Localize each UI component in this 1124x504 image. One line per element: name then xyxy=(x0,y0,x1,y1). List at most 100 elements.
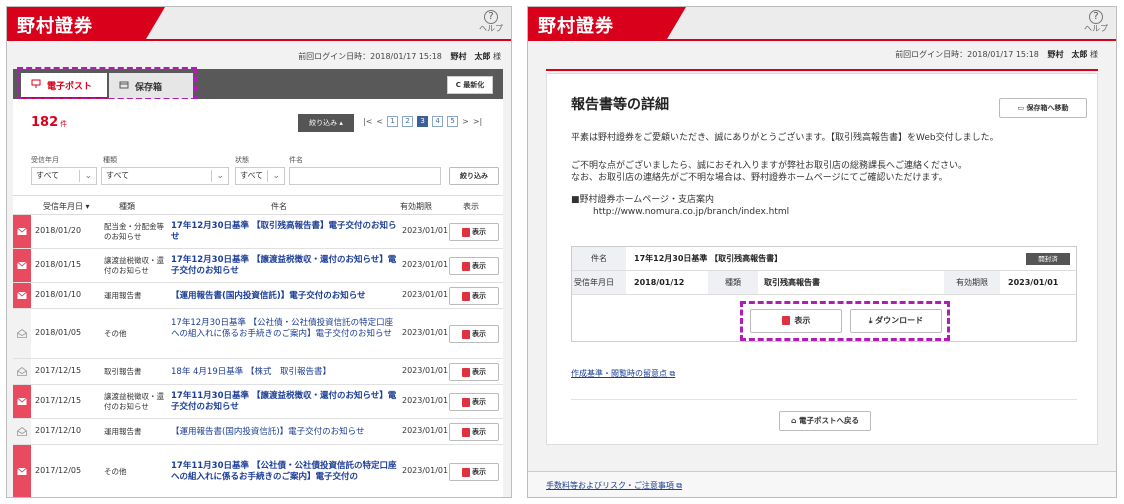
row-show-label: 表示 xyxy=(472,292,486,300)
row-date: 2017/12/15 xyxy=(35,366,82,375)
fees-risk-link[interactable]: 手数料等およびリスク・ご注意事項 ⧉ xyxy=(546,480,682,491)
back-to-post-label: 電子ポストへ戻る xyxy=(798,416,859,425)
row-subject-link[interactable]: 17年11月30日基準 【公社債・公社債投資信託の特定口座への組入れに係るお手続… xyxy=(171,461,399,483)
page-title: 報告書等の詳細 xyxy=(571,97,669,113)
help-button[interactable]: ? ヘルプ xyxy=(1084,10,1108,33)
box-icon: ▭ xyxy=(1017,104,1027,112)
table-row[interactable]: 2017/12/10 運用報告書 【運用報告書(国内投資信託)】電子交付のお知らせ 2… xyxy=(13,419,503,445)
filter-submit-button[interactable]: 絞り込み xyxy=(449,167,499,185)
user-name: 野村 太郎 xyxy=(1047,50,1088,59)
contact-text-2: なお、お取引店の連絡先がご不明な場合は、野村證券ホームページにてご確認いただけま… xyxy=(571,173,948,183)
read-status-marker xyxy=(13,385,31,418)
pdf-icon xyxy=(462,329,470,339)
report-detail-card: 報告書等の詳細 ▭ 保存箱へ移動 平素は野村證券をご愛顧いただき、誠にありがとう… xyxy=(546,73,1098,445)
post-icon: ⌂ xyxy=(791,416,799,425)
table-row[interactable]: 2017/12/15 取引報告書 18年 4月19日基準 【株式 取引報告書】 202… xyxy=(13,359,503,385)
move-to-storage-label: 保存箱へ移動 xyxy=(1026,104,1069,112)
detail-row-subject: 件名 17年12月30日基準 【取引残高報告書】 開封済 xyxy=(572,247,1076,271)
result-count-unit: 件 xyxy=(60,120,68,128)
filter-label-subject: 件名 xyxy=(289,156,303,164)
status-select[interactable]: すべて ⌄ xyxy=(235,167,285,185)
table-header: 受信年月日 ▾ 種類 件名 有効期限 表示 xyxy=(13,195,503,215)
last-login-label: 前回ログイン日時：2018/01/17 15:18 xyxy=(298,52,442,61)
refresh-button[interactable]: C 最新化 xyxy=(447,76,493,94)
result-count: 182 件 xyxy=(31,115,67,130)
row-show-button[interactable]: 表示 xyxy=(449,257,499,275)
page-5[interactable]: 5 xyxy=(447,116,459,127)
received-label: 受信年月日 xyxy=(572,271,626,294)
row-show-button[interactable]: 表示 xyxy=(449,363,499,381)
filter-label-month: 受信年月 xyxy=(31,156,59,164)
page-2[interactable]: 2 xyxy=(402,116,414,127)
page-3[interactable]: 3 xyxy=(417,116,429,127)
read-status-marker xyxy=(13,249,31,282)
brand-logo[interactable]: 野村證券 xyxy=(538,12,614,38)
row-show-label: 表示 xyxy=(472,368,486,376)
column-header-date[interactable]: 受信年月日 ▾ xyxy=(43,201,90,212)
prev-page-button[interactable]: < xyxy=(376,117,383,126)
status-badge: 開封済 xyxy=(1026,253,1070,265)
month-select-value: すべて xyxy=(36,171,60,180)
row-show-button[interactable]: 表示 xyxy=(449,223,499,241)
next-page-button[interactable]: > xyxy=(462,117,469,126)
user-name: 野村 太郎 xyxy=(450,52,491,61)
row-subject-link[interactable]: 17年11月30日基準 【譲渡益税徴収・還付のお知らせ】電子交付のお知らせ xyxy=(171,391,399,413)
row-show-button[interactable]: 表示 xyxy=(449,423,499,441)
row-subject-link[interactable]: 【運用報告書(国内投資信託)】電子交付のお知らせ xyxy=(171,291,399,302)
row-kind: 運用報告書 xyxy=(104,427,142,436)
filter-toggle-button[interactable]: 絞り込み ▴ xyxy=(298,114,354,132)
help-label: ヘルプ xyxy=(1084,24,1108,33)
notes-link-label: 作成基準・閲覧時の留意点 xyxy=(571,369,667,378)
back-to-post-button[interactable]: ⌂ 電子ポストへ戻る xyxy=(779,411,871,431)
table-row[interactable]: 2017/12/05 その他 17年11月30日基準 【公社債・公社債投資信託の特定… xyxy=(13,445,503,497)
row-kind: 運用報告書 xyxy=(104,291,142,300)
row-date: 2017/12/05 xyxy=(35,466,82,475)
row-kind: 譲渡益税徴収・還付のお知らせ xyxy=(104,392,164,411)
row-show-button[interactable]: 表示 xyxy=(449,325,499,343)
page-4[interactable]: 4 xyxy=(432,116,444,127)
row-show-button[interactable]: 表示 xyxy=(449,287,499,305)
footer-bar: 手数料等およびリスク・ご注意事項 ⧉ xyxy=(528,471,1116,497)
table-row[interactable]: 2018/01/10 運用報告書 【運用報告書(国内投資信託)】電子交付のお知らせ 2… xyxy=(13,283,503,309)
column-header-show: 表示 xyxy=(463,202,479,211)
page-1[interactable]: 1 xyxy=(387,116,399,127)
subject-input[interactable] xyxy=(289,167,441,185)
row-kind: 譲渡益税徴収・還付のお知らせ xyxy=(104,256,164,275)
envelope-closed-icon xyxy=(17,467,27,475)
expiry-value: 2023/01/01 xyxy=(1008,278,1059,287)
last-page-button[interactable]: >| xyxy=(473,117,482,126)
table-row[interactable]: 2018/01/05 その他 17年12月30日基準 【公社債・公社債投資信託の特定… xyxy=(13,309,503,359)
header-bar: 野村證券 ? ヘルプ xyxy=(7,7,511,39)
brand-logo[interactable]: 野村證券 xyxy=(17,12,93,38)
table-row[interactable]: 2018/01/15 譲渡益税徴収・還付のお知らせ 17年12月30日基準 【譲渡益… xyxy=(13,249,503,283)
external-link-icon: ⧉ xyxy=(669,369,676,378)
expiry-label: 有効期限 xyxy=(944,271,1000,294)
row-subject-link[interactable]: 17年12月30日基準 【譲渡益税徴収・還付のお知らせ】電子交付のお知らせ xyxy=(171,255,399,277)
notes-link[interactable]: 作成基準・閲覧時の留意点 ⧉ xyxy=(571,368,675,379)
table-row[interactable]: 2017/12/15 譲渡益税徴収・還付のお知らせ 17年11月30日基準 【譲渡益… xyxy=(13,385,503,419)
first-page-button[interactable]: |< xyxy=(363,117,372,126)
row-show-button[interactable]: 表示 xyxy=(449,463,499,481)
envelope-open-icon xyxy=(17,426,27,436)
row-kind: その他 xyxy=(104,467,127,476)
month-select[interactable]: すべて ⌄ xyxy=(31,167,97,185)
pdf-icon xyxy=(462,367,470,377)
header-divider xyxy=(528,39,1116,41)
row-show-button[interactable]: 表示 xyxy=(449,393,499,411)
help-button[interactable]: ? ヘルプ xyxy=(479,10,503,33)
row-subject-link[interactable]: 17年12月30日基準 【取引残高報告書】電子交付のお知らせ xyxy=(171,221,399,243)
move-to-storage-button[interactable]: ▭ 保存箱へ移動 xyxy=(999,98,1087,118)
kind-select-value: すべて xyxy=(106,171,130,180)
row-subject-link[interactable]: 17年12月30日基準 【公社債・公社債投資信託の特定口座への組入れに係るお手続… xyxy=(171,318,399,340)
row-date: 2018/01/15 xyxy=(35,260,82,269)
row-subject-link[interactable]: 18年 4月19日基準 【株式 取引報告書】 xyxy=(171,367,399,378)
row-subject-link[interactable]: 【運用報告書(国内投資信託)】電子交付のお知らせ xyxy=(171,427,399,438)
row-kind: 取引報告書 xyxy=(104,367,142,376)
kind-select[interactable]: すべて ⌄ xyxy=(101,167,229,185)
site-guide-url: http://www.nomura.co.jp/branch/index.htm… xyxy=(593,207,790,217)
read-status-marker xyxy=(13,419,31,444)
site-guide-label: ■野村證券ホームページ・支店案内 xyxy=(571,195,715,205)
row-show-label: 表示 xyxy=(472,398,486,406)
table-row[interactable]: 2018/01/20 配当金・分配金等のお知らせ 17年12月30日基準 【取引残高… xyxy=(13,215,503,249)
read-status-marker xyxy=(13,283,31,308)
